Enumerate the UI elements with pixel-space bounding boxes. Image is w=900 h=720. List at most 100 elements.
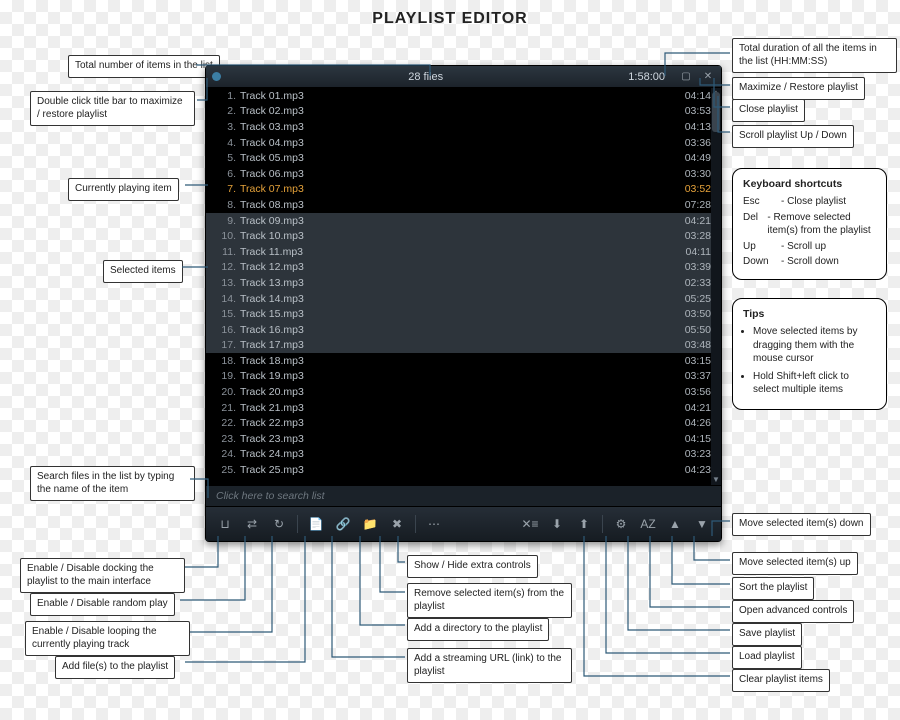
track-row[interactable]: 2.Track 02.mp303:53 [206, 104, 721, 120]
annot-close: Close playlist [732, 99, 805, 122]
track-duration: 03:39 [685, 261, 711, 273]
close-button[interactable]: ✕ [701, 70, 715, 84]
load-button[interactable]: ⬇ [546, 513, 568, 535]
track-row[interactable]: 14.Track 14.mp305:25 [206, 291, 721, 307]
track-row[interactable]: 22.Track 22.mp304:26 [206, 415, 721, 431]
track-duration: 05:25 [685, 293, 711, 305]
track-row[interactable]: 16.Track 16.mp305:50 [206, 322, 721, 338]
shuffle-button[interactable]: ⇄ [241, 513, 263, 535]
track-row[interactable]: 10. Track 10.mp303:28 [206, 228, 721, 244]
shortcut-row: Up- Scroll up [743, 240, 876, 254]
track-row[interactable]: 20. Track 20.mp303:56 [206, 384, 721, 400]
track-row[interactable]: 5.Track 05.mp304:49 [206, 150, 721, 166]
page-title: PLAYLIST EDITOR [0, 0, 900, 28]
track-row[interactable]: 13.Track 13.mp302:33 [206, 275, 721, 291]
add-dir-button[interactable]: 📁 [359, 513, 381, 535]
track-row[interactable]: 25.Track 25.mp304:23 [206, 462, 721, 478]
track-row[interactable]: 17.Track 17.mp303:48 [206, 338, 721, 354]
track-row[interactable]: 12.Track 12.mp303:39 [206, 260, 721, 276]
playlist-list[interactable]: 1.Track 01.mp304:142.Track 02.mp303:533.… [206, 88, 721, 485]
annot-selected-items: Selected items [103, 260, 183, 283]
sort-button[interactable]: AZ [637, 513, 659, 535]
track-number: 20. [214, 386, 236, 398]
playlist-toolbar: ⊔ ⇄ ↻ 📄 🔗 📁 ✖ ⋯ ✕≡ ⬇ ⬆ ⚙ AZ ▲ ▼ [206, 507, 721, 541]
annot-clear: Clear playlist items [732, 669, 830, 692]
clear-button[interactable]: ✕≡ [519, 513, 541, 535]
shortcut-row: Esc- Close playlist [743, 195, 876, 209]
track-row[interactable]: 19.Track 19.mp303:37 [206, 369, 721, 385]
track-row[interactable]: 1.Track 01.mp304:14 [206, 88, 721, 104]
annot-move-up: Move selected item(s) up [732, 552, 858, 575]
track-name: Track 15.mp3 [240, 308, 685, 320]
track-name: Track 17.mp3 [240, 339, 685, 351]
track-number: 7. [214, 183, 236, 195]
advanced-button[interactable]: ⚙ [610, 513, 632, 535]
track-name: Track 19.mp3 [240, 370, 685, 382]
track-row[interactable]: 24.Track 24.mp303:23 [206, 447, 721, 463]
search-input[interactable]: Click here to search list [206, 485, 721, 507]
shortcut-key: Del [743, 211, 761, 238]
move-up-button[interactable]: ▲ [664, 513, 686, 535]
track-number: 23. [214, 433, 236, 445]
shortcut-key: Down [743, 255, 775, 269]
track-number: 10. [214, 230, 236, 242]
track-row[interactable]: 6.Track 06.mp303:30 [206, 166, 721, 182]
shortcut-key: Esc [743, 195, 775, 209]
add-file-button[interactable]: 📄 [305, 513, 327, 535]
track-row[interactable]: 15.Track 15.mp303:50 [206, 306, 721, 322]
track-number: 9. [214, 215, 236, 227]
scroll-thumb[interactable] [712, 92, 720, 132]
shortcut-desc: - Remove selected item(s) from the playl… [767, 211, 876, 238]
track-number: 15. [214, 308, 236, 320]
track-name: Track 11.mp3 [240, 246, 686, 258]
annot-save: Save playlist [732, 623, 802, 646]
track-row[interactable]: 9.Track 09.mp304:21 [206, 213, 721, 229]
track-row[interactable]: 21.Track 21.mp304:21 [206, 400, 721, 416]
track-name: Track 09.mp3 [240, 215, 685, 227]
track-name: Track 10.mp3 [240, 230, 685, 242]
toolbar-sep [415, 515, 416, 533]
track-name: Track 23.mp3 [240, 433, 685, 445]
track-name: Track 20.mp3 [240, 386, 685, 398]
maximize-button[interactable]: ▢ [679, 70, 693, 84]
track-number: 8. [214, 199, 236, 211]
track-number: 25. [214, 464, 236, 476]
track-name: Track 24.mp3 [240, 448, 685, 460]
track-row[interactable]: 7.Track 07.mp303:52 [206, 182, 721, 198]
remove-button[interactable]: ✖ [386, 513, 408, 535]
shortcut-desc: - Scroll down [781, 255, 839, 269]
track-name: Track 22.mp3 [240, 417, 685, 429]
annot-docking: Enable / Disable docking the playlist to… [20, 558, 185, 593]
shortcut-desc: - Scroll up [781, 240, 826, 254]
add-url-button[interactable]: 🔗 [332, 513, 354, 535]
track-name: Track 18.mp3 [240, 355, 685, 367]
dock-button[interactable]: ⊔ [214, 513, 236, 535]
move-down-button[interactable]: ▼ [691, 513, 713, 535]
track-name: Track 01.mp3 [240, 90, 685, 102]
save-button[interactable]: ⬆ [573, 513, 595, 535]
playlist-scrollbar[interactable]: ▲ ▼ [711, 88, 721, 485]
track-row[interactable]: 4.Track 04.mp303:36 [206, 135, 721, 151]
track-duration: 03:56 [685, 386, 711, 398]
track-number: 4. [214, 137, 236, 149]
track-row[interactable]: 3.Track 03.mp304:13 [206, 119, 721, 135]
track-row[interactable]: 11.Track 11.mp304:11 [206, 244, 721, 260]
scroll-down-icon[interactable]: ▼ [711, 475, 721, 485]
track-duration: 04:14 [685, 90, 711, 102]
track-duration: 04:23 [685, 464, 711, 476]
track-row[interactable]: 18.Track 18.mp303:15 [206, 353, 721, 369]
track-row[interactable]: 23.Track 23.mp304:15 [206, 431, 721, 447]
track-number: 16. [214, 324, 236, 336]
track-duration: 03:28 [685, 230, 711, 242]
annot-move-down: Move selected item(s) down [732, 513, 871, 536]
loop-button[interactable]: ↻ [268, 513, 290, 535]
annot-currently-playing: Currently playing item [68, 178, 179, 201]
track-row[interactable]: 8.Track 08.mp307:28 [206, 197, 721, 213]
track-name: Track 05.mp3 [240, 152, 685, 164]
track-name: Track 13.mp3 [240, 277, 685, 289]
annot-scroll: Scroll playlist Up / Down [732, 125, 854, 148]
track-number: 5. [214, 152, 236, 164]
extra-controls-button[interactable]: ⋯ [423, 513, 445, 535]
playlist-titlebar[interactable]: 28 files 1:58:00 ▢ ✕ [206, 66, 721, 88]
track-duration: 03:30 [685, 168, 711, 180]
